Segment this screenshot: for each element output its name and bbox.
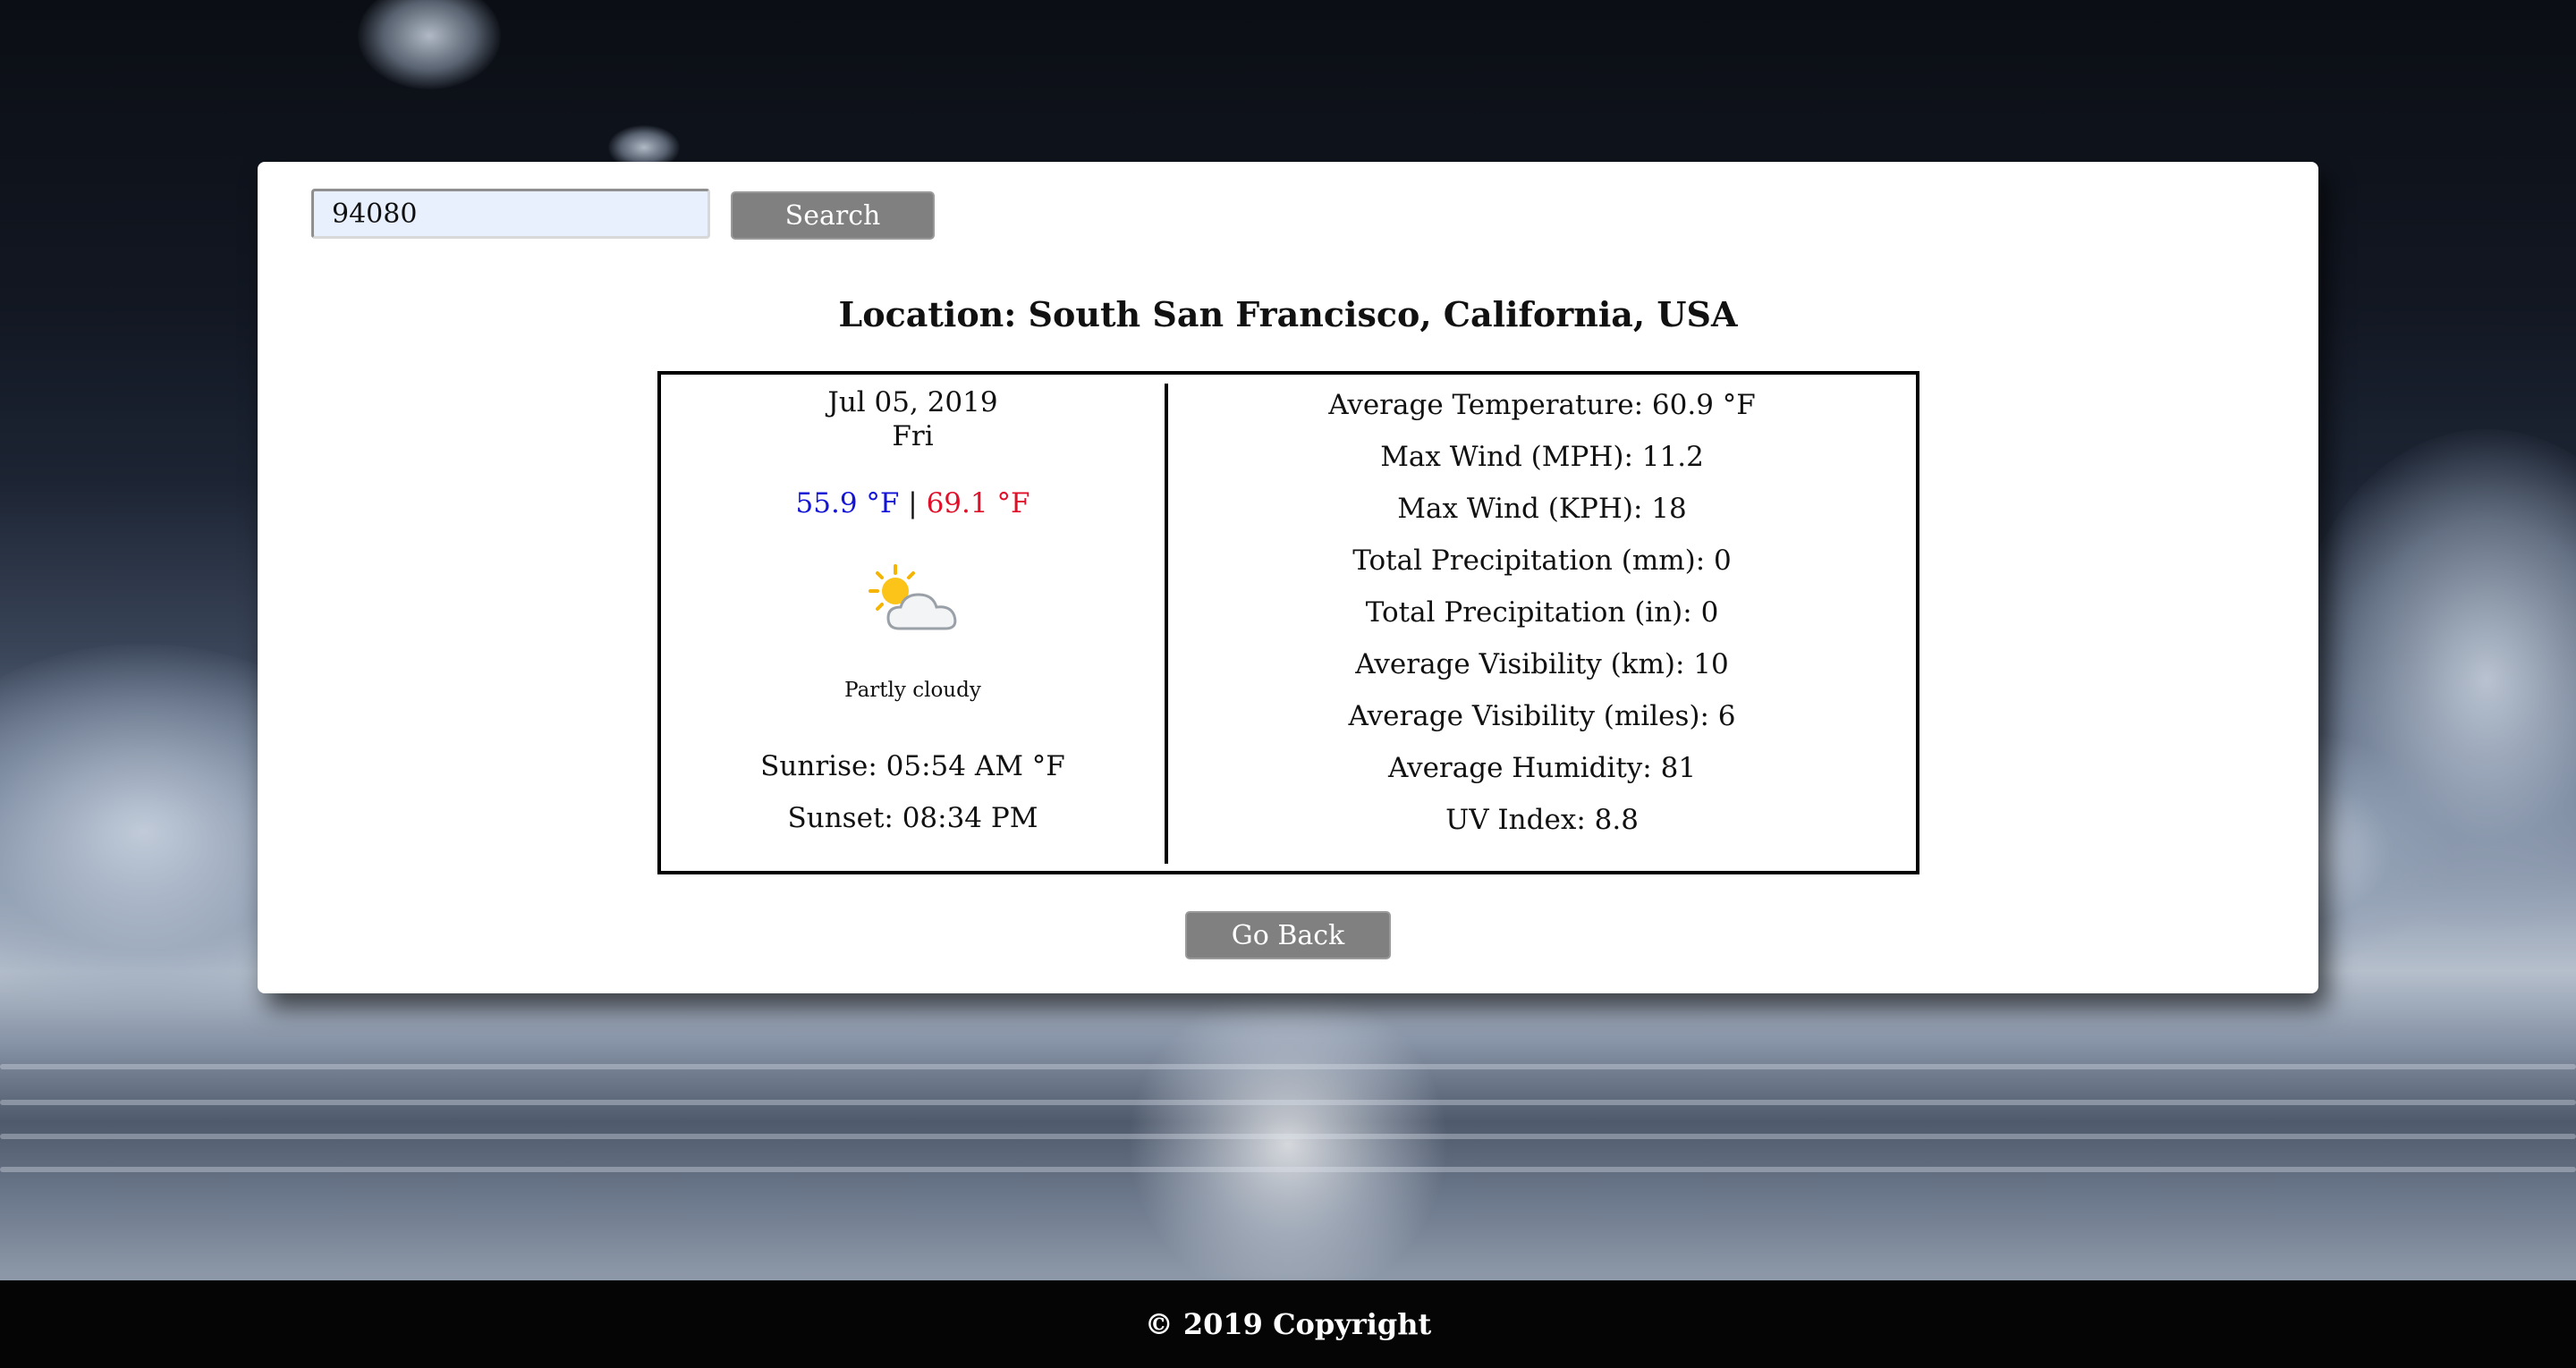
sky-cloud: [358, 0, 501, 89]
stat-average-humidity: Average Humidity: 81: [1387, 752, 1697, 784]
partly-cloudy-icon: [869, 564, 957, 630]
stat-avg-visibility-miles: Average Visibility (miles): 6: [1348, 700, 1736, 732]
forecast-weekday: Fri: [892, 420, 934, 452]
copyright-text: © 2019 Copyright: [1144, 1307, 1432, 1341]
day-summary-column: Jul 05, 2019 Fri 55.9 °F | 69.1 °F Partl…: [661, 375, 1165, 871]
page-background: Search Location: South San Francisco, Ca…: [0, 0, 2576, 1368]
wave-line: [0, 1064, 2576, 1069]
wave-line: [0, 1134, 2576, 1139]
min-temperature: 55.9 °F: [795, 487, 900, 519]
search-button[interactable]: Search: [731, 191, 935, 240]
stat-max-wind-kph: Max Wind (KPH): 18: [1397, 493, 1687, 525]
weather-condition: Partly cloudy: [844, 679, 981, 702]
forecast-date: Jul 05, 2019: [827, 386, 998, 418]
wave-line: [0, 1100, 2576, 1105]
location-title: Location: South San Francisco, Californi…: [838, 294, 1738, 334]
temperature-range: 55.9 °F | 69.1 °F: [661, 487, 1165, 519]
zip-search-input[interactable]: [311, 189, 710, 239]
stat-avg-visibility-km: Average Visibility (km): 10: [1355, 648, 1729, 680]
sunset-time: Sunset: 08:34 PM: [787, 802, 1038, 834]
weather-card: Search Location: South San Francisco, Ca…: [258, 162, 2318, 993]
max-temperature: 69.1 °F: [926, 487, 1030, 519]
forecast-table: Jul 05, 2019 Fri 55.9 °F | 69.1 °F Partl…: [657, 371, 1919, 874]
temperature-separator: |: [908, 487, 918, 519]
stat-max-wind-mph: Max Wind (MPH): 11.2: [1380, 441, 1704, 473]
weather-stats-column: Average Temperature: 60.9 °F Max Wind (M…: [1168, 375, 1916, 871]
stat-average-temperature: Average Temperature: 60.9 °F: [1328, 389, 1756, 421]
stat-uv-index: UV Index: 8.8: [1445, 804, 1639, 836]
stat-total-precip-in: Total Precipitation (in): 0: [1365, 596, 1719, 629]
stat-total-precip-mm: Total Precipitation (mm): 0: [1352, 545, 1732, 577]
wave-line: [0, 1167, 2576, 1172]
footer: © 2019 Copyright: [0, 1280, 2576, 1368]
sunrise-time: Sunrise: 05:54 AM °F: [760, 750, 1065, 782]
sun-glow: [1127, 984, 1449, 1305]
go-back-button[interactable]: Go Back: [1185, 911, 1391, 959]
